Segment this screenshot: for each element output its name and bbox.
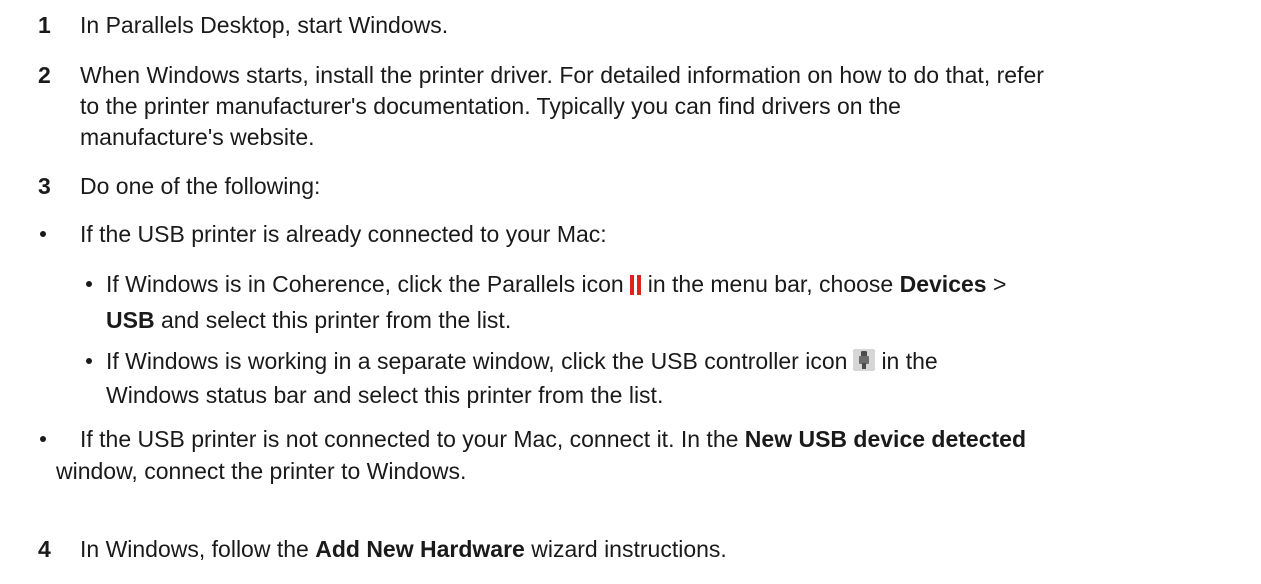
bullet-text-line: Windows status bar and select this print…: [106, 382, 664, 408]
text-segment: If the USB printer is not connected to y…: [80, 426, 739, 452]
text-segment: in the: [881, 348, 938, 374]
bullet-text: If the USB printer is already connected …: [80, 221, 607, 247]
bullet-marker: [84, 269, 104, 300]
text-segment: in the menu bar, choose: [647, 271, 894, 297]
sub-bullet-coherence: If Windows is in Coherence, click the Pa…: [84, 269, 1254, 336]
bullet-marker: [38, 424, 58, 455]
step-text: In Windows, follow the Add New Hardware …: [80, 534, 1253, 565]
text-segment: In Windows, follow the: [80, 536, 309, 562]
bullet-text-line: USB and select this printer from the lis…: [106, 305, 1254, 336]
text-segment: If Windows is in Coherence, click the Pa…: [106, 271, 624, 297]
step-number: 4: [38, 536, 51, 562]
step-text: In Parallels Desktop, start Windows.: [80, 12, 449, 38]
bullet-marker: [84, 346, 104, 377]
step-4: 4 In Windows, follow the Add New Hardwar…: [38, 534, 1253, 565]
step-1: 1 In Parallels Desktop, start Windows.: [38, 10, 1253, 41]
step-number: 3: [38, 173, 51, 199]
step-3: 3 Do one of the following:: [38, 171, 1253, 202]
text-segment: If Windows is working in a separate wind…: [106, 348, 848, 374]
step-text: When Windows starts, install the printer…: [80, 60, 1253, 153]
step-text: Do one of the following:: [80, 173, 321, 199]
parallels-icon: [629, 273, 642, 304]
bullet-text-line: If Windows is in Coherence, click the Pa…: [106, 269, 1254, 304]
step-text-line: When Windows starts, install the printer…: [80, 62, 1044, 88]
bullet-usb-not-connected: If the USB printer is not connected to y…: [38, 424, 1253, 487]
menu-usb: USB: [106, 307, 155, 333]
step-text-line: to the printer manufacturer's documentat…: [80, 93, 901, 119]
bullet-text-line: If the USB printer is not connected to y…: [80, 424, 1253, 455]
document: 1 In Parallels Desktop, start Windows. 2…: [0, 0, 1261, 584]
bullet-text-line: window, connect the printer to Windows.: [56, 458, 467, 484]
menu-devices: Devices: [899, 271, 987, 297]
step-number: 2: [38, 62, 51, 88]
text-segment: wizard instructions.: [531, 536, 727, 562]
bullet-marker: [38, 219, 58, 250]
text-separator: >: [992, 271, 1007, 297]
wizard-name: Add New Hardware: [315, 536, 525, 562]
step-number: 1: [38, 12, 51, 38]
bullet-text-line: If Windows is working in a separate wind…: [106, 346, 1254, 379]
step-2: 2 When Windows starts, install the print…: [38, 60, 1253, 153]
text-segment: and select this printer from the list.: [160, 307, 512, 333]
bullet-text: If Windows is in Coherence, click the Pa…: [106, 269, 1254, 336]
window-name: New USB device detected: [744, 426, 1027, 452]
sub-bullet-separate-window: If Windows is working in a separate wind…: [84, 346, 1254, 411]
bullet-text: If the USB printer is not connected to y…: [80, 424, 1253, 455]
bullet-usb-connected: If the USB printer is already connected …: [38, 219, 1253, 250]
step-text-line: manufacture's website.: [80, 124, 315, 150]
bullet-text: If Windows is working in a separate wind…: [106, 346, 1254, 411]
usb-controller-icon: [853, 348, 876, 379]
